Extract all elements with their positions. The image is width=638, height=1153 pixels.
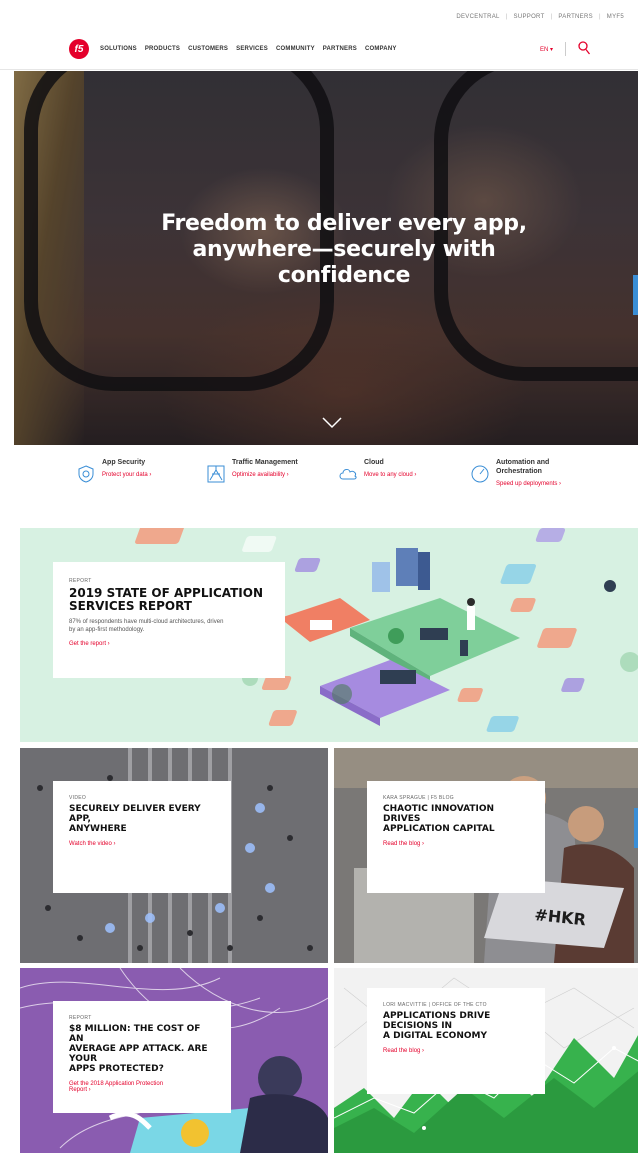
- report-title-line2: SERVICES REPORT: [69, 599, 192, 613]
- tile-kicker: KARA SPRAGUE | F5 BLOG: [383, 795, 454, 801]
- watch-video-link[interactable]: Watch the video ›: [69, 841, 215, 847]
- tile-title: $8 MILLION: THE COST OF AN AVERAGE APP A…: [69, 1024, 215, 1074]
- tile-title-line3: APPS PROTECTED?: [69, 1064, 164, 1074]
- utility-link-support[interactable]: SUPPORT: [514, 14, 545, 20]
- report-description-line2: by an app-first methodology.: [69, 627, 145, 633]
- report-card[interactable]: REPORT 2019 STATE OF APPLICATION SERVICE…: [53, 562, 285, 678]
- tile-app-attack-report[interactable]: REPORT $8 MILLION: THE COST OF AN AVERAG…: [20, 968, 328, 1153]
- nav-partners[interactable]: PARTNERS: [323, 46, 357, 52]
- utility-link-partners[interactable]: PARTNERS: [558, 14, 593, 20]
- report-description-line1: 87% of respondents have multi-cloud arch…: [69, 619, 224, 625]
- solution-title: Automation and: [496, 459, 550, 466]
- divider: [565, 42, 566, 56]
- utility-link-devcentral[interactable]: DEVCENTRAL: [456, 14, 499, 20]
- tile-video[interactable]: VIDEO SECURELY DELIVER EVERY APP, ANYWHE…: [20, 748, 328, 963]
- nav-items: SOLUTIONS PRODUCTS CUSTOMERS SERVICES CO…: [100, 46, 397, 52]
- nav-services[interactable]: SERVICES: [236, 46, 268, 52]
- solutions-strip: App Security Protect your data › Traffic…: [0, 458, 638, 508]
- report-title: 2019 STATE OF APPLICATION SERVICES REPOR…: [69, 587, 269, 613]
- shield-icon: [78, 465, 94, 483]
- tile-card[interactable]: KARA SPRAGUE | F5 BLOG CHAOTIC INNOVATIO…: [367, 781, 545, 893]
- tile-card[interactable]: REPORT $8 MILLION: THE COST OF AN AVERAG…: [53, 1001, 231, 1113]
- tile-title-line1: CHAOTIC INNOVATION DRIVES: [383, 804, 495, 824]
- solution-link[interactable]: Protect your data ›: [102, 472, 151, 478]
- hero-banner: Freedom to deliver every app, anywhere—s…: [14, 71, 638, 445]
- hero-headline-line1: Freedom to deliver every app,: [161, 211, 527, 236]
- nav-community[interactable]: COMMUNITY: [276, 46, 315, 52]
- tile-kicker: VIDEO: [69, 795, 87, 801]
- solution-traffic-management[interactable]: Traffic Management Optimize availability…: [206, 458, 298, 484]
- tile-title-line2: APPLICATION CAPITAL: [383, 824, 495, 834]
- solution-title: Traffic Management: [232, 459, 298, 466]
- solution-title-line2: Orchestration: [496, 468, 542, 475]
- solution-app-security[interactable]: App Security Protect your data ›: [76, 458, 151, 484]
- report-description: 87% of respondents have multi-cloud arch…: [69, 618, 269, 634]
- hero-headline: Freedom to deliver every app, anywhere—s…: [154, 211, 534, 289]
- gauge-icon: [471, 465, 489, 483]
- search-icon[interactable]: [578, 41, 590, 55]
- f5-logo[interactable]: f5: [69, 39, 89, 59]
- tile-card[interactable]: LORI MACVITTIE | OFFICE OF THE CTO APPLI…: [367, 988, 545, 1094]
- nav-company[interactable]: COMPANY: [365, 46, 397, 52]
- nav-products[interactable]: PRODUCTS: [145, 46, 180, 52]
- report-title-line1: 2019 STATE OF APPLICATION: [69, 586, 264, 600]
- link-line2: Report ›: [69, 1087, 91, 1093]
- report-banner[interactable]: REPORT 2019 STATE OF APPLICATION SERVICE…: [20, 528, 638, 742]
- language-selector[interactable]: EN ▾: [540, 46, 553, 53]
- tile-card[interactable]: VIDEO SECURELY DELIVER EVERY APP, ANYWHE…: [53, 781, 231, 893]
- side-feedback-tab[interactable]: [633, 275, 638, 315]
- tile-title-line1: $8 MILLION: THE COST OF AN: [69, 1024, 201, 1044]
- nav-customers[interactable]: CUSTOMERS: [188, 46, 228, 52]
- tile-title-line1: APPLICATIONS DRIVE DECISIONS IN: [383, 1011, 491, 1031]
- hero-headline-line3: confidence: [277, 263, 411, 288]
- get-protection-report-link[interactable]: Get the 2018 Application Protection Repo…: [69, 1081, 215, 1093]
- solution-title: App Security: [102, 459, 146, 466]
- read-blog-link[interactable]: Read the blog ›: [383, 841, 529, 847]
- report-kicker: REPORT: [69, 578, 92, 584]
- cloud-icon: [339, 469, 357, 480]
- solution-link[interactable]: Move to any cloud ›: [364, 472, 416, 478]
- solution-link[interactable]: Speed up deployments ›: [496, 481, 561, 487]
- read-blog-link[interactable]: Read the blog ›: [383, 1048, 529, 1054]
- tile-title-line2: A DIGITAL ECONOMY: [383, 1031, 487, 1041]
- tile-kicker: REPORT: [69, 1015, 92, 1021]
- separator: |: [505, 14, 508, 20]
- tile-title: SECURELY DELIVER EVERY APP, ANYWHERE: [69, 804, 215, 834]
- separator: |: [550, 14, 553, 20]
- tile-title: APPLICATIONS DRIVE DECISIONS IN A DIGITA…: [383, 1011, 529, 1041]
- hero-headline-line2: anywhere—securely with: [192, 237, 496, 262]
- tile-blog-applications-drive[interactable]: LORI MACVITTIE | OFFICE OF THE CTO APPLI…: [334, 968, 638, 1153]
- main-nav: f5 SOLUTIONS PRODUCTS CUSTOMERS SERVICES…: [0, 36, 638, 70]
- tile-title-line1: SECURELY DELIVER EVERY APP,: [69, 804, 201, 824]
- solution-automation[interactable]: Automation and Orchestration Speed up de…: [470, 458, 561, 487]
- separator: |: [598, 14, 601, 20]
- tile-title-line2: AVERAGE APP ATTACK. ARE YOUR: [69, 1044, 208, 1064]
- tile-blog-chaotic-innovation[interactable]: #HKR KARA SPRAGUE | F5 BLOG CHAOTIC INNO…: [334, 748, 638, 963]
- traffic-icon: [207, 465, 225, 483]
- solution-link[interactable]: Optimize availability ›: [232, 472, 298, 478]
- chevron-down-icon[interactable]: [322, 417, 342, 429]
- tile-title: CHAOTIC INNOVATION DRIVES APPLICATION CA…: [383, 804, 529, 834]
- utility-nav: DEVCENTRAL | SUPPORT | PARTNERS | MYF5: [456, 14, 624, 20]
- get-report-link[interactable]: Get the report ›: [69, 641, 269, 647]
- tile-kicker: LORI MACVITTIE | OFFICE OF THE CTO: [383, 1002, 487, 1008]
- nav-solutions[interactable]: SOLUTIONS: [100, 46, 137, 52]
- solution-cloud[interactable]: Cloud Move to any cloud ›: [338, 458, 416, 484]
- solution-title: Cloud: [364, 459, 384, 466]
- utility-link-myf5[interactable]: MYF5: [607, 14, 624, 20]
- tile-title-line2: ANYWHERE: [69, 824, 127, 834]
